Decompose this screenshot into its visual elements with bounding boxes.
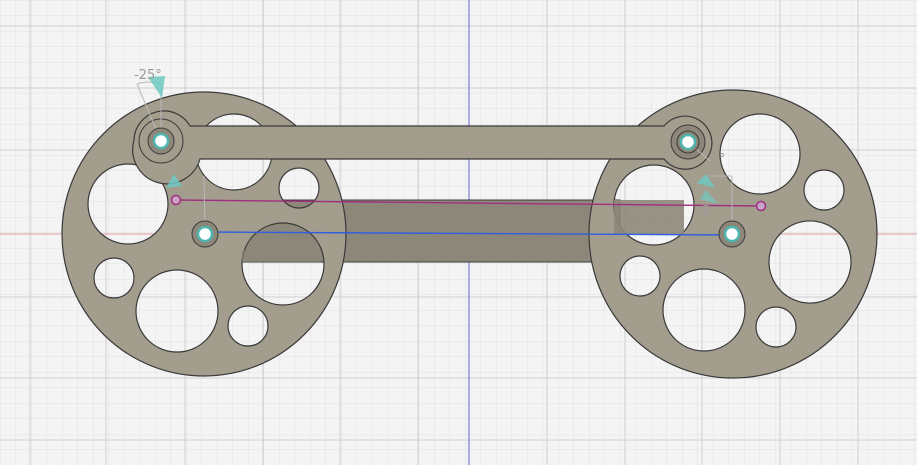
left-angle-label: -25° bbox=[134, 68, 162, 83]
pivot-left-lower[interactable] bbox=[191, 220, 219, 248]
pivot-icon bbox=[196, 225, 214, 243]
sketch-endpoint-right[interactable] bbox=[755, 200, 767, 212]
right-angle-label: ° bbox=[719, 152, 726, 167]
pivot-right-lower[interactable] bbox=[718, 220, 746, 248]
sketch-endpoint-left[interactable] bbox=[170, 194, 182, 206]
pivot-left-upper[interactable] bbox=[147, 127, 175, 155]
lower-bar-overlap-left bbox=[242, 250, 320, 262]
pivot-icon bbox=[723, 225, 741, 243]
pivot-icon bbox=[152, 132, 170, 150]
pivot-right-upper[interactable] bbox=[676, 130, 700, 154]
cad-scene[interactable]: -25° ° 5 bbox=[0, 0, 917, 465]
design-canvas[interactable]: -25° ° 5 bbox=[0, 0, 917, 465]
right-angle-digit: 5 bbox=[702, 204, 710, 219]
pivot-icon bbox=[679, 133, 697, 151]
